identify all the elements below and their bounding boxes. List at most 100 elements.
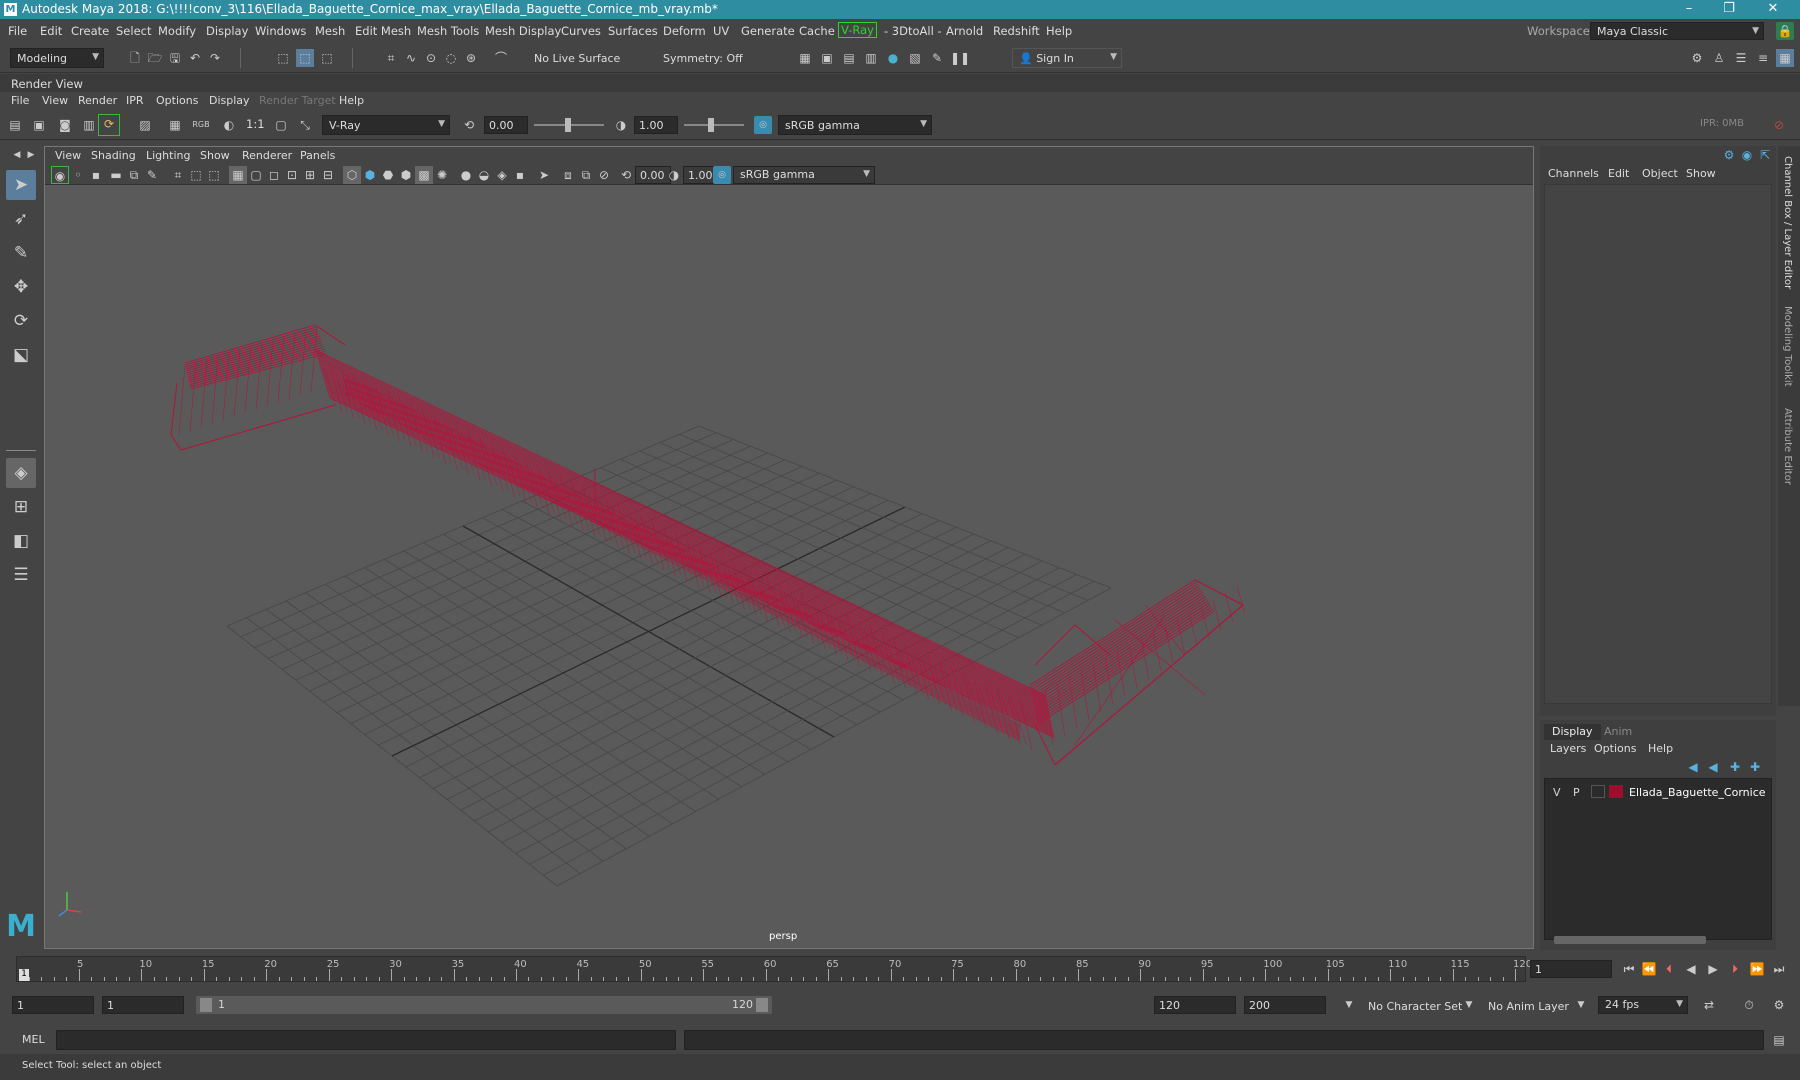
snap-live-icon[interactable]: ⊛: [462, 49, 480, 67]
gamma-slider[interactable]: [684, 124, 744, 126]
lock-icon[interactable]: 🔒: [1776, 22, 1794, 40]
resolution-gate-icon[interactable]: ⬚: [205, 166, 223, 184]
pause-icon[interactable]: ❚❚: [950, 49, 970, 67]
channel-box-icon[interactable]: ⚙: [1720, 146, 1738, 164]
grease-pencil-icon[interactable]: ✎: [143, 166, 161, 184]
step-forward-icon[interactable]: ⏩: [1748, 960, 1766, 978]
range-bar[interactable]: 1 120: [196, 996, 772, 1014]
go-to-start-icon[interactable]: ⏮: [1620, 960, 1638, 978]
bookmarks-icon[interactable]: ▪: [87, 166, 105, 184]
le-menu-help[interactable]: Help: [1648, 742, 1673, 755]
animation-end-field[interactable]: 200: [1244, 996, 1326, 1014]
four-view-layout-icon[interactable]: ⊞: [6, 492, 36, 522]
rv-menu-help[interactable]: Help: [339, 94, 364, 107]
select-component-icon[interactable]: ⬚: [318, 49, 336, 67]
vp-menu-panels[interactable]: Panels: [300, 149, 335, 162]
layer-name[interactable]: Ellada_Baguette_Cornice: [1629, 786, 1766, 799]
remove-image-icon[interactable]: ▦: [166, 116, 184, 134]
menu-display[interactable]: Display: [206, 24, 248, 38]
playback-start-field[interactable]: 1: [102, 996, 184, 1014]
vp-menu-shading[interactable]: Shading: [91, 149, 136, 162]
paint-select-tool-icon[interactable]: ✎: [6, 238, 36, 268]
move-layer-up-icon[interactable]: ◀: [1684, 758, 1702, 776]
vp-color-space-select[interactable]: sRGB gamma ▼: [733, 166, 875, 184]
isolate-icon[interactable]: ⊟: [319, 166, 337, 184]
outliner-layout-icon[interactable]: ☰: [6, 560, 36, 590]
rotate-tool-icon[interactable]: ⟳: [6, 306, 36, 336]
menu-cache[interactable]: Cache: [799, 24, 835, 38]
snap-grid-icon[interactable]: ⌗: [382, 49, 400, 67]
open-scene-icon[interactable]: 🗁: [146, 49, 164, 67]
rv-menu-file[interactable]: File: [11, 94, 29, 107]
xray-active-icon[interactable]: ⧉: [577, 166, 595, 184]
refresh-ipr-icon[interactable]: ⟳: [98, 114, 120, 136]
camera-attributes-icon[interactable]: ◦: [69, 166, 87, 184]
script-editor-icon[interactable]: ▤: [1770, 1031, 1788, 1049]
menu-modify[interactable]: Modify: [158, 24, 196, 38]
vray-render-icon[interactable]: ●: [884, 49, 902, 67]
undo-icon[interactable]: ↶: [186, 49, 204, 67]
tab-channel-box[interactable]: Channel Box / Layer Editor: [1782, 156, 1793, 289]
menu-help[interactable]: Help: [1046, 24, 1072, 38]
color-management-icon[interactable]: ◎: [713, 166, 731, 184]
play-backwards-icon[interactable]: ◀: [1682, 960, 1700, 978]
animation-preferences-icon[interactable]: ⚙: [1770, 996, 1788, 1014]
cb-menu-channels[interactable]: Channels: [1548, 167, 1599, 180]
safe-action-icon[interactable]: ⊡: [283, 166, 301, 184]
play-forwards-icon[interactable]: ▶: [1704, 960, 1722, 978]
menu-edit-mesh[interactable]: Edit Mesh: [355, 24, 411, 38]
tab-anim[interactable]: Anim: [1596, 724, 1640, 740]
vray-ipr-icon[interactable]: ▧: [906, 49, 924, 67]
chevron-down-icon[interactable]: ▼: [1340, 996, 1358, 1014]
isolate-select-icon[interactable]: ➤: [535, 166, 553, 184]
viewport-panel[interactable]: View Shading Lighting Show Renderer Pane…: [44, 146, 1534, 949]
character-controls-icon[interactable]: ♙: [1710, 49, 1728, 67]
render-region-icon[interactable]: ▣: [30, 116, 48, 134]
wireframe-on-shaded-icon[interactable]: ⬣: [379, 166, 397, 184]
menu-deform[interactable]: Deform: [663, 24, 706, 38]
anim-layer-label[interactable]: No Anim Layer: [1488, 1000, 1569, 1013]
lights-icon[interactable]: ✺: [433, 166, 451, 184]
menu-create[interactable]: Create: [71, 24, 109, 38]
le-menu-options[interactable]: Options: [1594, 742, 1636, 755]
wireframe-icon[interactable]: ⬡: [343, 166, 361, 184]
workspace-select[interactable]: Maya Classic ▼: [1590, 22, 1764, 40]
xray-joints-icon[interactable]: ⧈: [559, 166, 577, 184]
menu-3dtoall[interactable]: - 3DtoAll -: [884, 24, 942, 38]
2d-pan-zoom-icon[interactable]: ⧉: [125, 166, 143, 184]
le-menu-layers[interactable]: Layers: [1550, 742, 1586, 755]
layer-color-swatch[interactable]: [1609, 785, 1623, 798]
textured-icon[interactable]: ⬢: [397, 166, 415, 184]
command-input[interactable]: [56, 1030, 676, 1050]
layer-row[interactable]: V P Ellada_Baguette_Cornice: [1545, 783, 1771, 801]
attribute-editor-icon[interactable]: ☰: [1732, 49, 1750, 67]
menu-select[interactable]: Select: [116, 24, 151, 38]
current-frame-field[interactable]: 1: [1530, 960, 1612, 978]
anti-aliasing-icon[interactable]: ▪: [511, 166, 529, 184]
snapshot-icon[interactable]: ◙: [56, 116, 74, 134]
layer-list-scrollbar[interactable]: [1554, 936, 1706, 944]
menu-curves[interactable]: Curves: [561, 24, 601, 38]
new-scene-icon[interactable]: 🗋: [126, 49, 144, 67]
live-surface-field[interactable]: No Live Surface: [527, 48, 623, 68]
xray-icon[interactable]: ▩: [415, 166, 433, 184]
motion-blur-icon[interactable]: ◈: [493, 166, 511, 184]
cb-menu-show[interactable]: Show: [1686, 167, 1716, 180]
menu-surfaces[interactable]: Surfaces: [608, 24, 658, 38]
range-start-handle[interactable]: [200, 998, 212, 1012]
rv-menu-display[interactable]: Display: [209, 94, 250, 107]
two-pane-layout-icon[interactable]: ◧: [6, 526, 36, 556]
gate-mask-icon[interactable]: ▢: [247, 166, 265, 184]
select-hierarchy-icon[interactable]: ⬚: [274, 49, 292, 67]
character-set-label[interactable]: No Character Set: [1368, 1000, 1462, 1013]
minimize-button[interactable]: –: [1672, 0, 1706, 19]
rv-menu-options[interactable]: Options: [156, 94, 198, 107]
renderer-select[interactable]: V-Ray ▼: [322, 115, 450, 135]
menu-edit[interactable]: Edit: [40, 24, 62, 38]
lasso-tool-icon[interactable]: ➶: [6, 204, 36, 234]
modeling-toolkit-icon[interactable]: ⚙: [1688, 49, 1706, 67]
rgb-channels-icon[interactable]: RGB: [192, 116, 210, 134]
ambient-occlusion-icon[interactable]: ◒: [475, 166, 493, 184]
smooth-shade-icon[interactable]: ⬢: [361, 166, 379, 184]
vp-menu-show[interactable]: Show: [200, 149, 230, 162]
